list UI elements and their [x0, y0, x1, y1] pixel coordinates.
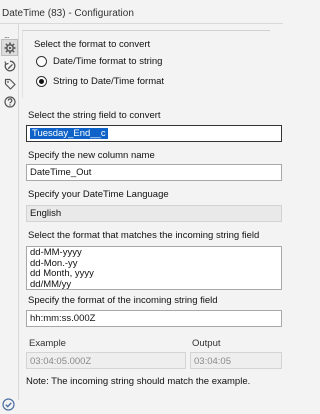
note-text: Note: The incoming string should match t…: [26, 376, 251, 387]
radio-label: Date/Time format to string: [53, 56, 163, 67]
configuration-panel: Select the format to convert Date/Time f…: [19, 24, 283, 400]
convert-format-group: Select the format to convert Date/Time f…: [22, 30, 270, 98]
check-icon: [2, 398, 15, 414]
new-column-label: Specify the new column name: [28, 150, 155, 161]
radio-circle[interactable]: [36, 56, 47, 67]
radio-circle-selected[interactable]: [36, 76, 47, 87]
new-column-input[interactable]: DateTime_Out: [26, 164, 282, 181]
string-field-label: Select the string field to convert: [28, 110, 161, 121]
window-title: DateTime (83) - Configuration: [0, 0, 283, 24]
output-label: Output: [192, 338, 221, 349]
tag-icon[interactable]: [2, 76, 17, 91]
help-icon[interactable]: [2, 94, 17, 109]
list-item[interactable]: dd Month, yyyy: [30, 268, 278, 280]
string-field-select[interactable]: Tuesday_End__c: [26, 125, 282, 142]
string-field-value: Tuesday_End__c: [30, 128, 108, 139]
sidebar: ...: [0, 24, 19, 411]
format-list-label: Select the format that matches the incom…: [28, 230, 260, 241]
incoming-format-label: Specify the format of the incoming strin…: [28, 295, 218, 306]
convert-format-title: Select the format to convert: [34, 39, 151, 50]
gear-icon[interactable]: [1, 39, 18, 56]
list-item[interactable]: dd/MM/yy: [30, 279, 278, 289]
example-label: Example: [29, 338, 66, 349]
language-select[interactable]: English: [26, 205, 282, 222]
radio-string-to-datetime[interactable]: String to Date/Time format: [36, 76, 164, 87]
output-field: 03:04:05: [190, 352, 282, 369]
list-item[interactable]: dd-MM-yyyy: [30, 247, 278, 259]
format-listbox[interactable]: dd-MM-yyyy dd-Mon.-yy dd Month, yyyy dd/…: [26, 246, 282, 290]
more-options-icon[interactable]: ...: [4, 30, 9, 40]
radio-label: String to Date/Time format: [53, 76, 165, 87]
language-label: Specify your DateTime Language: [28, 189, 169, 200]
incoming-format-input[interactable]: hh:mm:ss.000Z: [26, 310, 282, 327]
radio-datetime-to-string[interactable]: Date/Time format to string: [36, 56, 162, 67]
annotation-icon[interactable]: [2, 58, 17, 73]
example-field: 03:04:05.000Z: [26, 352, 186, 369]
